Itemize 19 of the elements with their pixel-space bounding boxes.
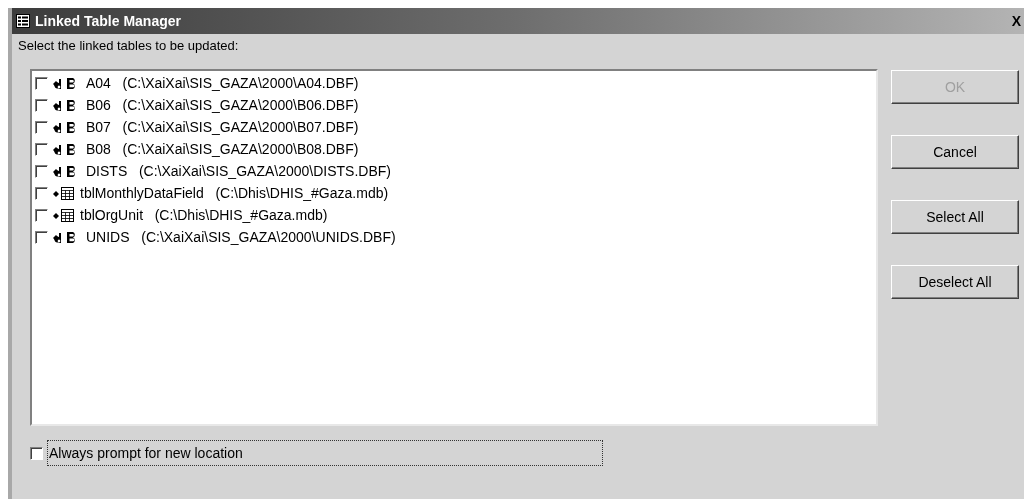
always-prompt-checkbox[interactable]: [30, 446, 43, 460]
dialog-button[interactable]: Select All: [891, 200, 1019, 234]
always-prompt-label[interactable]: Always prompt for new location: [47, 440, 603, 466]
table-entry[interactable]: B07 (C:\XaiXai\SIS_GAZA\2000\B07.DBF): [86, 116, 359, 138]
dialog-button[interactable]: Cancel: [891, 135, 1019, 169]
close-button[interactable]: X: [1010, 14, 1022, 28]
table-entry[interactable]: tblMonthlyDataField (C:\Dhis\DHIS_#Gaza.mdb): [80, 182, 389, 204]
linked-table-icon: [53, 208, 75, 222]
table-entry[interactable]: A04 (C:\XaiXai\SIS_GAZA\2000\A04.DBF): [86, 72, 359, 94]
form-icon: [16, 14, 30, 28]
table-entry[interactable]: tblOrgUnit (C:\Dhis\DHIS_#Gaza.mdb): [80, 204, 328, 226]
table-entry[interactable]: DISTS (C:\XaiXai\SIS_GAZA\2000\DISTS.DBF): [86, 160, 391, 182]
window-title: Linked Table Manager: [35, 11, 181, 31]
table-entry[interactable]: B08 (C:\XaiXai\SIS_GAZA\2000\B08.DBF): [86, 138, 359, 160]
linked-table-icon: [53, 186, 75, 200]
table-entry[interactable]: UNIDS (C:\XaiXai\SIS_GAZA\2000\UNIDS.DBF): [86, 226, 396, 248]
table-entry[interactable]: B06 (C:\XaiXai\SIS_GAZA\2000\B06.DBF): [86, 94, 359, 116]
instruction-label: Select the linked tables to be updated:: [18, 37, 240, 55]
dialog-button[interactable]: Deselect All: [891, 265, 1019, 299]
